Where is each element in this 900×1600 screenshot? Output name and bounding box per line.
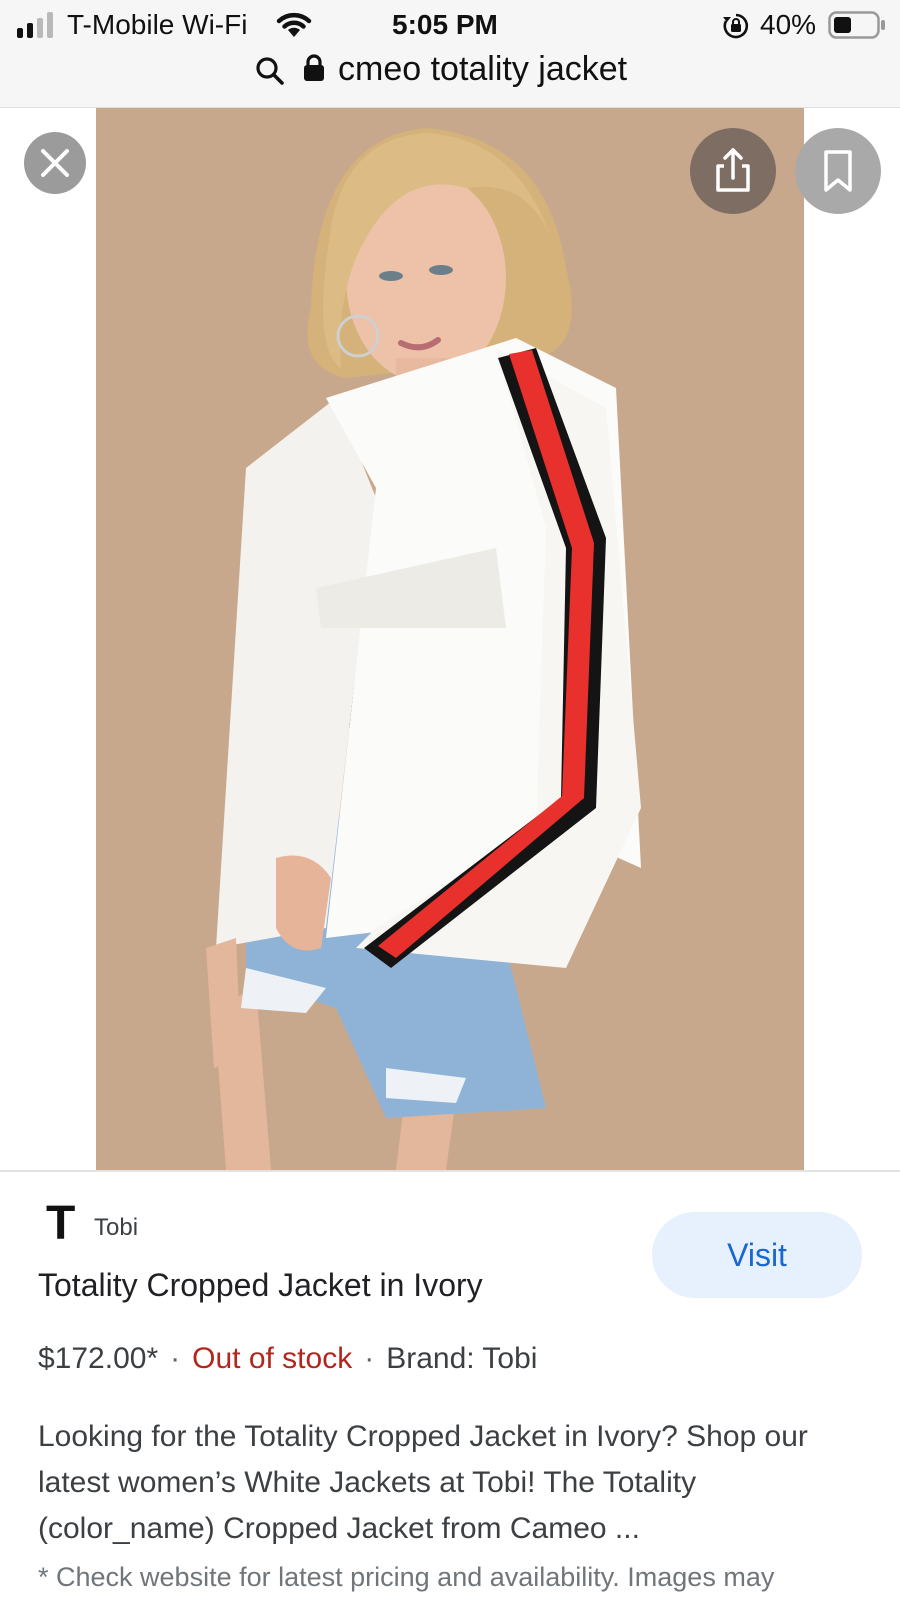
- separator: ·: [364, 1342, 375, 1375]
- search-icon: [256, 57, 284, 85]
- image-viewer: [0, 108, 900, 1170]
- price: $172.00*: [38, 1342, 159, 1375]
- product-description: Looking for the Totality Cropped Jacket …: [38, 1420, 808, 1545]
- product-meta: $172.00* · Out of stock · Brand: Tobi: [38, 1342, 537, 1376]
- search-query[interactable]: cmeo totality jacket: [338, 50, 627, 89]
- site-name[interactable]: Tobi: [94, 1214, 138, 1242]
- share-button[interactable]: [690, 128, 776, 214]
- disclaimer: * Check website for latest pricing and a…: [38, 1562, 775, 1592]
- bookmark-icon: [824, 150, 852, 192]
- battery-percentage: 40%: [760, 9, 817, 40]
- cellular-signal-icon: [17, 12, 57, 38]
- address-bar[interactable]: cmeo totality jacket: [0, 50, 900, 108]
- divider: [0, 1170, 900, 1172]
- status-bar: T-Mobile Wi-Fi 5:05 PM 40%: [0, 0, 900, 50]
- rotation-lock-icon: [723, 13, 749, 39]
- stock-status: Out of stock: [192, 1342, 353, 1375]
- close-icon: [41, 149, 69, 177]
- share-icon: [716, 148, 750, 192]
- site-logo: T: [46, 1197, 76, 1250]
- bookmark-button[interactable]: [795, 128, 881, 214]
- close-button[interactable]: [24, 132, 86, 194]
- carrier-name: T-Mobile Wi-Fi: [67, 9, 248, 40]
- brand: Brand: Tobi: [386, 1342, 538, 1375]
- wifi-icon: [276, 12, 312, 37]
- battery-icon: [828, 11, 885, 39]
- separator: ·: [170, 1342, 181, 1375]
- model-illustration: [96, 108, 804, 1170]
- lock-icon: [304, 54, 324, 81]
- product-title[interactable]: Totality Cropped Jacket in Ivory: [38, 1267, 483, 1304]
- product-photo[interactable]: [96, 108, 804, 1170]
- status-time: 5:05 PM: [392, 9, 498, 40]
- visit-button[interactable]: Visit: [652, 1212, 862, 1298]
